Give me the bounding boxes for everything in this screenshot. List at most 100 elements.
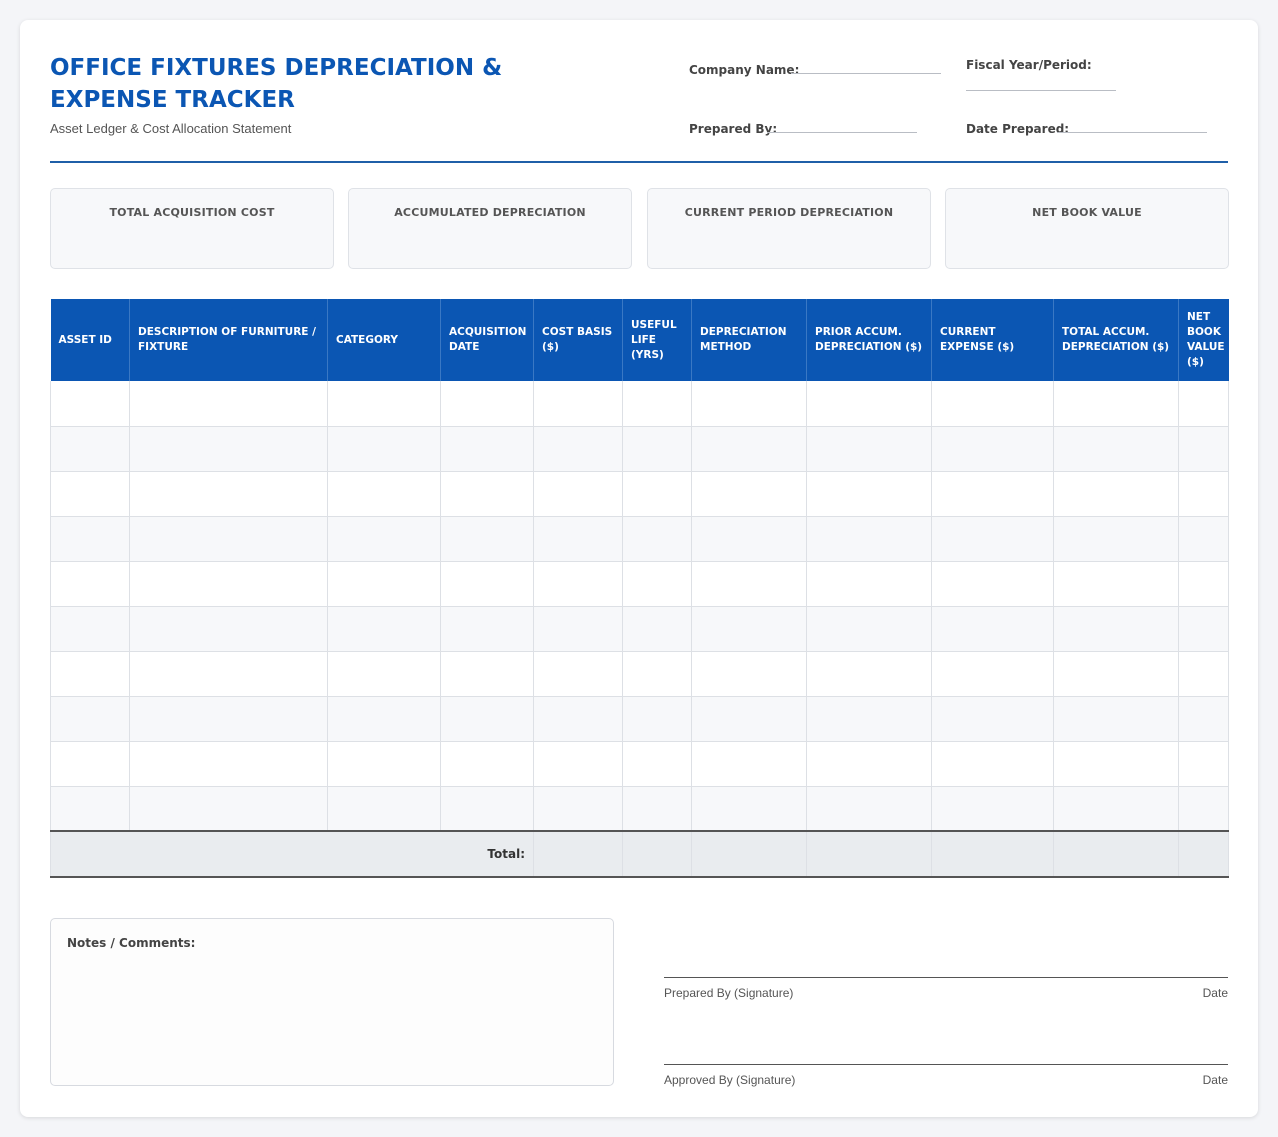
table-cell[interactable] (129, 516, 328, 562)
table-cell[interactable] (622, 561, 692, 607)
table-cell[interactable] (327, 516, 441, 562)
total-cell[interactable] (622, 830, 692, 878)
table-cell[interactable] (440, 651, 534, 697)
table-cell[interactable] (327, 561, 441, 607)
table-cell[interactable] (440, 471, 534, 517)
table-cell[interactable] (622, 786, 692, 832)
table-cell[interactable] (327, 651, 441, 697)
table-cell[interactable] (806, 741, 932, 787)
table-cell[interactable] (1053, 696, 1179, 742)
table-cell[interactable] (440, 516, 534, 562)
table-cell[interactable] (691, 786, 807, 832)
table-cell[interactable] (931, 741, 1054, 787)
table-cell[interactable] (533, 786, 623, 832)
table-cell[interactable] (440, 606, 534, 652)
total-cell[interactable] (806, 830, 932, 878)
total-cell[interactable] (1053, 830, 1179, 878)
table-cell[interactable] (533, 426, 623, 472)
table-cell[interactable] (931, 561, 1054, 607)
table-cell[interactable] (622, 381, 692, 427)
table-cell[interactable] (440, 786, 534, 832)
table-cell[interactable] (1053, 741, 1179, 787)
table-cell[interactable] (622, 606, 692, 652)
table-cell[interactable] (1178, 561, 1229, 607)
table-cell[interactable] (931, 606, 1054, 652)
table-cell[interactable] (622, 426, 692, 472)
table-cell[interactable] (327, 696, 441, 742)
table-cell[interactable] (691, 471, 807, 517)
table-cell[interactable] (440, 741, 534, 787)
notes-box[interactable]: Notes / Comments: (50, 918, 614, 1086)
signature-line[interactable] (664, 977, 1228, 978)
table-cell[interactable] (327, 741, 441, 787)
table-cell[interactable] (533, 606, 623, 652)
table-cell[interactable] (50, 516, 130, 562)
table-cell[interactable] (931, 516, 1054, 562)
total-cell[interactable] (691, 830, 807, 878)
table-cell[interactable] (691, 561, 807, 607)
table-cell[interactable] (622, 696, 692, 742)
table-cell[interactable] (129, 741, 328, 787)
table-cell[interactable] (931, 381, 1054, 427)
table-cell[interactable] (806, 786, 932, 832)
table-cell[interactable] (806, 651, 932, 697)
table-cell[interactable] (806, 696, 932, 742)
table-cell[interactable] (622, 741, 692, 787)
table-cell[interactable] (440, 561, 534, 607)
table-cell[interactable] (1178, 606, 1229, 652)
table-cell[interactable] (50, 471, 130, 517)
table-cell[interactable] (691, 381, 807, 427)
table-cell[interactable] (691, 696, 807, 742)
table-cell[interactable] (806, 426, 932, 472)
table-cell[interactable] (931, 426, 1054, 472)
table-cell[interactable] (1053, 561, 1179, 607)
table-cell[interactable] (327, 471, 441, 517)
table-cell[interactable] (327, 606, 441, 652)
table-cell[interactable] (129, 606, 328, 652)
table-cell[interactable] (806, 381, 932, 427)
table-cell[interactable] (50, 426, 130, 472)
table-cell[interactable] (691, 651, 807, 697)
table-cell[interactable] (533, 651, 623, 697)
table-cell[interactable] (50, 561, 130, 607)
total-cell[interactable] (533, 830, 623, 878)
table-cell[interactable] (327, 426, 441, 472)
table-cell[interactable] (50, 741, 130, 787)
table-cell[interactable] (691, 516, 807, 562)
table-cell[interactable] (691, 741, 807, 787)
table-cell[interactable] (129, 651, 328, 697)
table-cell[interactable] (931, 696, 1054, 742)
table-cell[interactable] (440, 426, 534, 472)
table-cell[interactable] (622, 651, 692, 697)
table-cell[interactable] (50, 381, 130, 427)
table-cell[interactable] (806, 561, 932, 607)
table-cell[interactable] (129, 381, 328, 427)
table-cell[interactable] (129, 786, 328, 832)
table-cell[interactable] (931, 471, 1054, 517)
table-cell[interactable] (533, 516, 623, 562)
table-cell[interactable] (129, 426, 328, 472)
total-cell[interactable] (931, 830, 1054, 878)
table-cell[interactable] (533, 471, 623, 517)
table-cell[interactable] (1178, 381, 1229, 427)
table-cell[interactable] (931, 786, 1054, 832)
signature-line[interactable] (664, 1064, 1228, 1065)
table-cell[interactable] (533, 381, 623, 427)
table-cell[interactable] (1178, 426, 1229, 472)
table-cell[interactable] (50, 651, 130, 697)
table-cell[interactable] (50, 606, 130, 652)
table-cell[interactable] (691, 606, 807, 652)
table-cell[interactable] (806, 606, 932, 652)
table-cell[interactable] (1053, 651, 1179, 697)
table-cell[interactable] (327, 786, 441, 832)
table-cell[interactable] (50, 786, 130, 832)
table-cell[interactable] (1178, 651, 1229, 697)
table-cell[interactable] (440, 381, 534, 427)
table-cell[interactable] (1178, 696, 1229, 742)
fiscal-year-field[interactable] (966, 90, 1116, 91)
table-cell[interactable] (129, 696, 328, 742)
table-cell[interactable] (931, 651, 1054, 697)
table-cell[interactable] (129, 561, 328, 607)
table-cell[interactable] (691, 426, 807, 472)
date-prepared-field[interactable] (1057, 132, 1207, 133)
